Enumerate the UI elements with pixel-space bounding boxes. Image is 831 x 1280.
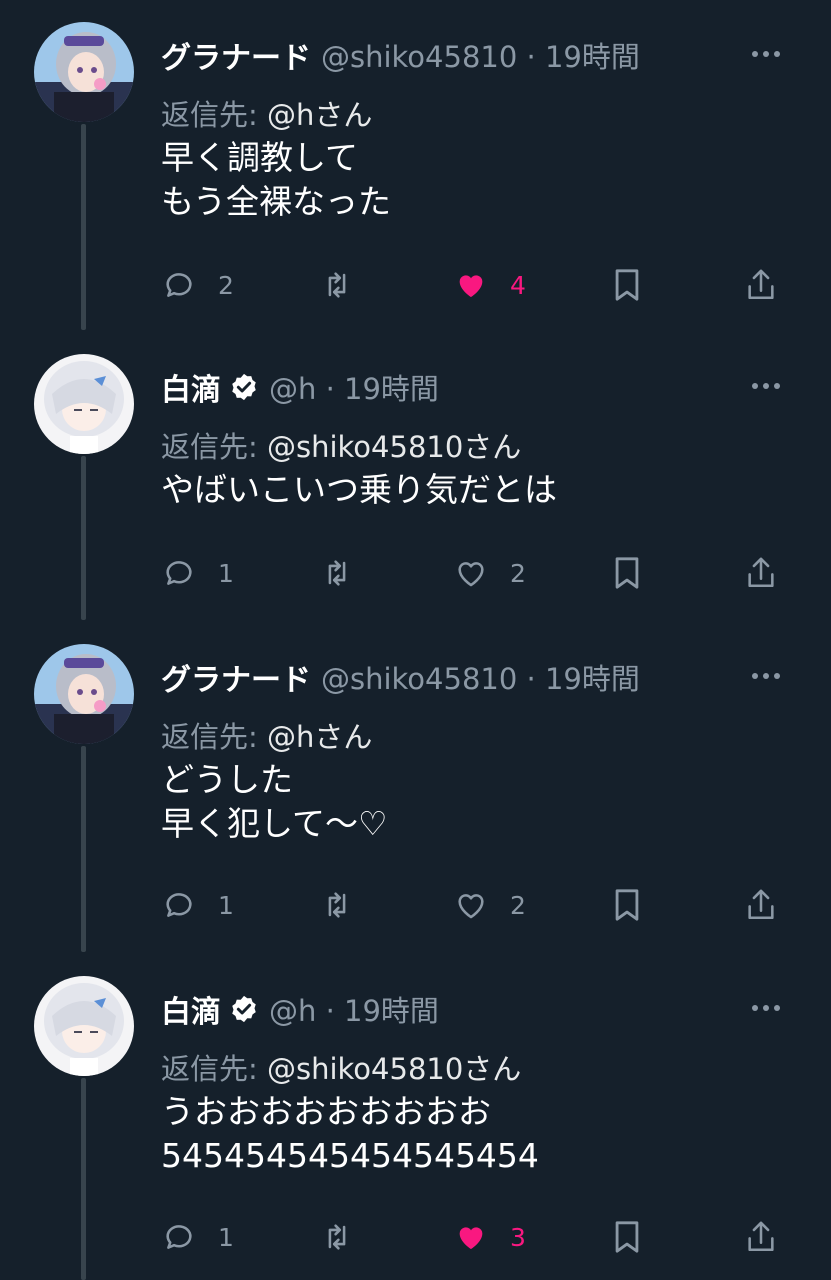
share-icon (748, 889, 774, 920)
tweet-text: うおおおおおおおおお 545454545454545454 (161, 1092, 539, 1175)
tweet-text: 早く調教して もう全裸なった (161, 138, 392, 221)
share-icon (748, 557, 774, 588)
reply-icon (166, 893, 192, 917)
reply-icon (166, 273, 192, 297)
reply-icon (166, 1225, 192, 1249)
reply-context: 返信先: @shiko45810さん (161, 424, 521, 466)
heart-filled-icon (459, 275, 483, 298)
reply-prefix: 返信先: (161, 98, 267, 132)
display-name[interactable]: グラナード (161, 655, 311, 699)
tweet-header: 白滴 @h · 19時間 (161, 362, 439, 412)
tweet[interactable]: 白滴 @h · 19時間 返信先: @shiko45810さん うおおおおおおお… (0, 954, 831, 1280)
retweet-icon (328, 560, 346, 586)
like-count: 2 (510, 890, 526, 920)
reply-button[interactable]: 1 (162, 1217, 234, 1257)
reply-mention[interactable]: @shiko45810さん (267, 1052, 521, 1086)
bookmark-icon (615, 889, 639, 921)
handle-and-time[interactable]: @shiko45810 · 19時間 (321, 34, 640, 76)
retweet-button[interactable] (320, 885, 354, 925)
reply-count: 1 (218, 558, 234, 588)
verified-badge-icon (232, 995, 256, 1023)
tweet-header: グラナード @shiko45810 · 19時間 (161, 30, 640, 80)
bookmark-button[interactable] (610, 265, 644, 305)
reply-mention[interactable]: @hさん (267, 720, 372, 754)
reply-icon (166, 561, 192, 585)
bookmark-button[interactable] (610, 885, 644, 925)
avatar[interactable] (34, 644, 134, 744)
heart-outline-icon (458, 894, 484, 919)
like-button[interactable]: 2 (454, 553, 526, 593)
more-options-icon[interactable] (748, 658, 784, 694)
tweet[interactable]: 白滴 @h · 19時間 返信先: @shiko45810さん やばいこいつ乗り… (0, 332, 831, 622)
like-count: 2 (510, 558, 526, 588)
handle-and-time[interactable]: @h · 19時間 (269, 988, 439, 1030)
retweet-button[interactable] (320, 1217, 354, 1257)
reply-mention[interactable]: @shiko45810さん (267, 430, 521, 464)
like-count: 4 (510, 270, 526, 300)
more-options-icon[interactable] (748, 36, 784, 72)
tweet-header: 白滴 @h · 19時間 (161, 984, 439, 1034)
tweet-text: やばいこいつ乗り気だとは (161, 470, 557, 509)
bookmark-icon (615, 1221, 639, 1253)
avatar[interactable] (34, 976, 134, 1076)
tweet[interactable]: グラナード @shiko45810 · 19時間 返信先: @hさん 早く調教し… (0, 0, 831, 332)
like-count: 3 (510, 1222, 526, 1252)
reply-context: 返信先: @hさん (161, 714, 372, 756)
reply-button[interactable]: 1 (162, 885, 234, 925)
tweet[interactable]: グラナード @shiko45810 · 19時間 返信先: @hさん どうした … (0, 622, 831, 954)
reply-count: 1 (218, 890, 234, 920)
avatar[interactable] (34, 22, 134, 122)
share-button[interactable] (744, 885, 778, 925)
share-icon (748, 269, 774, 300)
more-options-icon[interactable] (748, 990, 784, 1026)
reply-prefix: 返信先: (161, 1052, 267, 1086)
retweet-button[interactable] (320, 553, 354, 593)
reply-prefix: 返信先: (161, 720, 267, 754)
like-button[interactable]: 2 (454, 885, 526, 925)
like-button[interactable]: 4 (454, 265, 526, 305)
verified-badge-icon (232, 373, 256, 401)
handle-and-time[interactable]: @shiko45810 · 19時間 (321, 656, 640, 698)
tweet-text: どうした 早く犯して〜♡ (161, 760, 388, 843)
handle-and-time[interactable]: @h · 19時間 (269, 366, 439, 408)
heart-outline-icon (458, 562, 484, 587)
reply-mention[interactable]: @hさん (267, 98, 372, 132)
reply-context: 返信先: @hさん (161, 92, 372, 134)
thread-line (81, 1078, 86, 1280)
tweet-header: グラナード @shiko45810 · 19時間 (161, 652, 640, 702)
reply-count: 1 (218, 1222, 234, 1252)
thread-line (81, 124, 86, 330)
like-button[interactable]: 3 (454, 1217, 526, 1257)
display-name[interactable]: 白滴 (161, 365, 221, 409)
bookmark-button[interactable] (610, 553, 644, 593)
retweet-icon (328, 1224, 346, 1250)
reply-button[interactable]: 1 (162, 553, 234, 593)
retweet-button[interactable] (320, 265, 354, 305)
avatar[interactable] (34, 354, 134, 454)
share-button[interactable] (744, 1217, 778, 1257)
display-name[interactable]: グラナード (161, 33, 311, 77)
share-icon (748, 1221, 774, 1252)
more-options-icon[interactable] (748, 368, 784, 404)
bookmark-icon (615, 269, 639, 301)
reply-prefix: 返信先: (161, 430, 267, 464)
reply-count: 2 (218, 270, 234, 300)
bookmark-icon (615, 557, 639, 589)
retweet-icon (328, 272, 346, 298)
bookmark-button[interactable] (610, 1217, 644, 1257)
thread-line (81, 456, 86, 620)
display-name[interactable]: 白滴 (161, 987, 221, 1031)
retweet-icon (328, 892, 346, 918)
share-button[interactable] (744, 265, 778, 305)
reply-context: 返信先: @shiko45810さん (161, 1046, 521, 1088)
heart-filled-icon (459, 1227, 483, 1250)
share-button[interactable] (744, 553, 778, 593)
thread-line (81, 746, 86, 952)
reply-button[interactable]: 2 (162, 265, 234, 305)
